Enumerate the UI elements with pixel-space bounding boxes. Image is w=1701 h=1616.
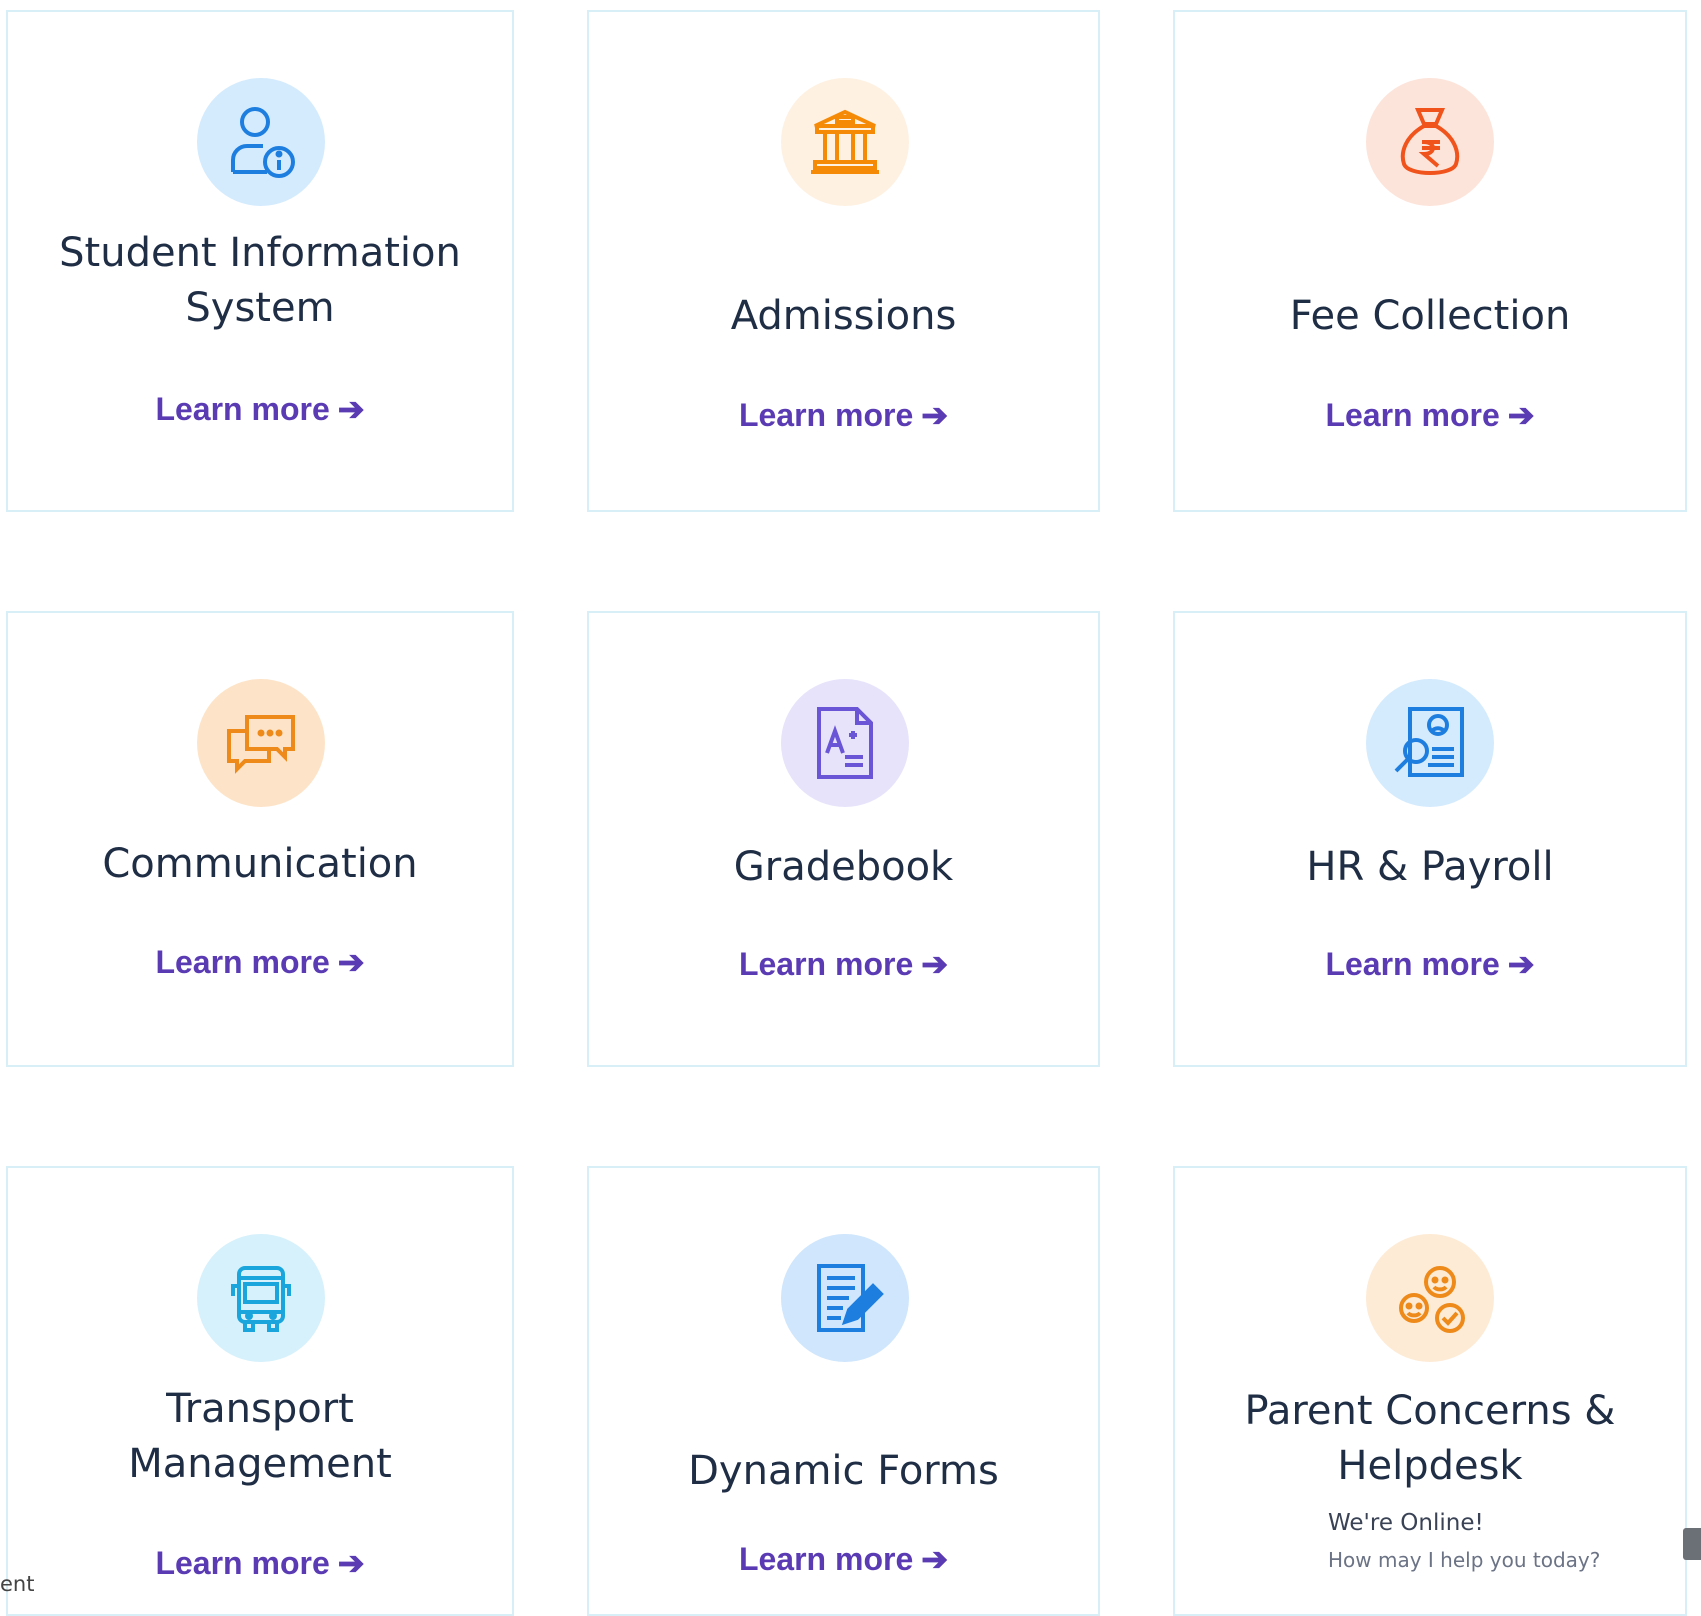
card-title: Communication [102,841,418,887]
chat-widget[interactable]: We're Online! How may I help you today? [1328,1510,1658,1572]
card-title: Student Information System [59,230,461,331]
card-title: Gradebook [733,844,954,890]
arrow-right-icon: ➔ [921,1541,949,1577]
learn-more-link[interactable]: Learn more ➔ [8,390,512,428]
money-bag-rupee-icon [1366,78,1494,206]
arrow-right-icon: ➔ [921,946,949,982]
institution-icon [781,78,909,206]
card-transport-management: Transport Management Learn more ➔ [6,1166,514,1616]
chat-status-text: We're Online! [1328,1510,1484,1536]
learn-more-link[interactable]: Learn more ➔ [589,945,1098,983]
learn-more-link[interactable]: Learn more ➔ [1175,945,1685,983]
card-admissions: Admissions Learn more ➔ [587,10,1100,512]
learn-more-link[interactable]: Learn more ➔ [8,1544,512,1582]
card-title: Fee Collection [1289,293,1571,339]
card-title: Dynamic Forms [688,1448,999,1494]
learn-more-link[interactable]: Learn more ➔ [1175,396,1685,434]
form-edit-icon [781,1234,909,1362]
card-fee-collection: Fee Collection Learn more ➔ [1173,10,1687,512]
parent-helpdesk-icon [1366,1234,1494,1362]
card-communication: Communication Learn more ➔ [6,611,514,1067]
cropped-edge-text: ent [0,1572,35,1596]
arrow-right-icon: ➔ [1507,397,1535,433]
hr-search-icon [1366,679,1494,807]
card-title: Parent Concerns & Helpdesk [1244,1388,1616,1489]
arrow-right-icon: ➔ [337,391,365,427]
arrow-right-icon: ➔ [921,397,949,433]
card-dynamic-forms: Dynamic Forms Learn more ➔ [587,1166,1100,1616]
student-info-icon [197,78,325,206]
arrow-right-icon: ➔ [337,1545,365,1581]
learn-more-link[interactable]: Learn more ➔ [589,396,1098,434]
arrow-right-icon: ➔ [337,944,365,980]
learn-more-link[interactable]: Learn more ➔ [589,1540,1098,1578]
bus-icon [197,1234,325,1362]
chat-tab-icon[interactable] [1683,1528,1701,1560]
card-title: Admissions [730,293,957,339]
chat-prompt-text: How may I help you today? [1328,1548,1601,1572]
card-title: HR & Payroll [1306,844,1554,890]
card-student-information-system: Student Information System Learn more ➔ [6,10,514,512]
grade-document-icon [781,679,909,807]
card-title: Transport Management [128,1386,392,1487]
card-hr-payroll: HR & Payroll Learn more ➔ [1173,611,1687,1067]
card-gradebook: Gradebook Learn more ➔ [587,611,1100,1067]
chat-bubbles-icon [197,679,325,807]
arrow-right-icon: ➔ [1507,946,1535,982]
learn-more-link[interactable]: Learn more ➔ [8,943,512,981]
